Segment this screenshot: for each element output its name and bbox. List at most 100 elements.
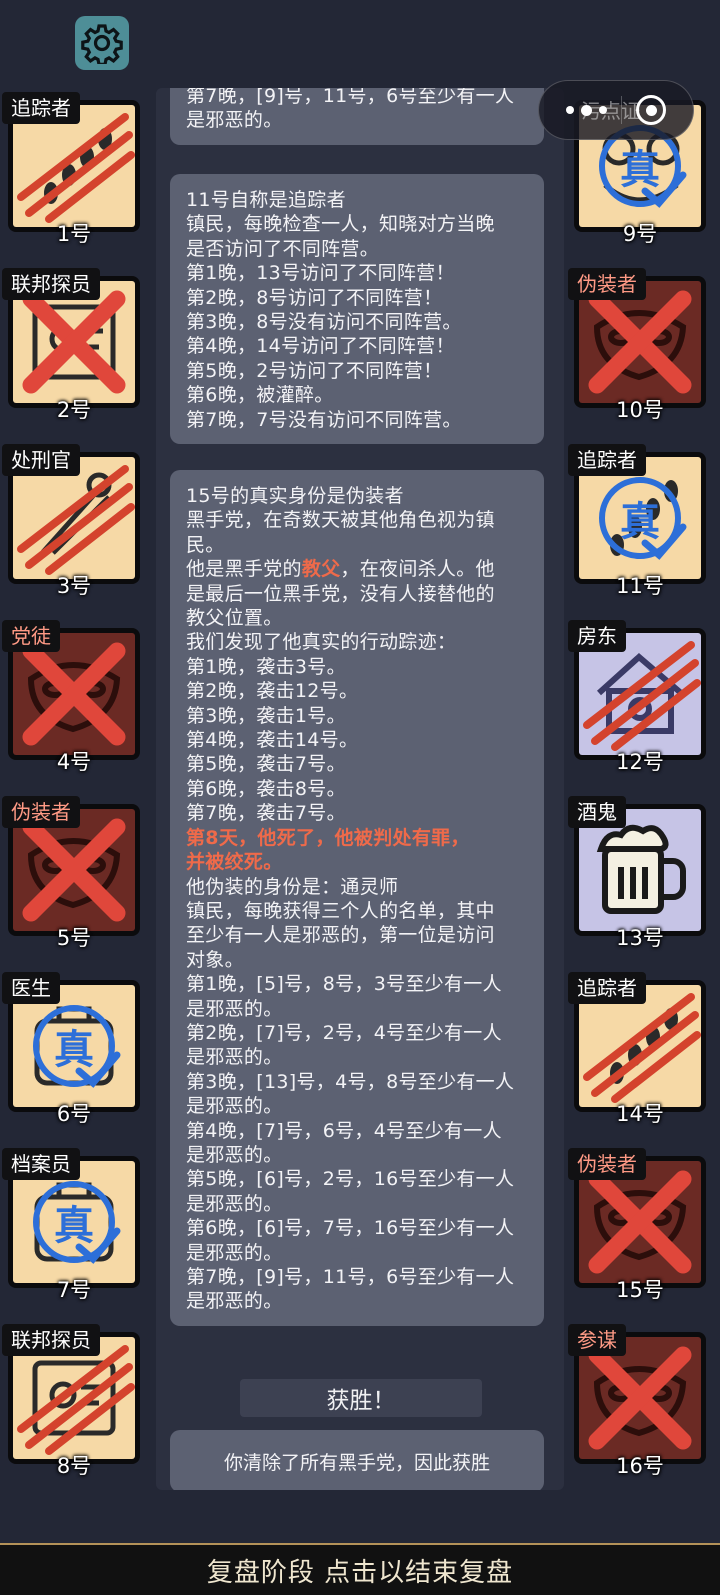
- log-line: 第8天，他死了，他被判处有罪，: [186, 826, 470, 849]
- role-label: 档案员: [2, 1148, 80, 1180]
- log-line: 第6晚，袭击8号。: [186, 777, 346, 800]
- log-line: 15号的真实身份是伪装者: [186, 485, 404, 507]
- player-number: 9号: [622, 222, 658, 246]
- log-line: 是否访问了不同阵营。: [186, 237, 380, 260]
- log-line: 第7晚，[9]号，11号，6号至少有一人: [186, 1266, 515, 1288]
- player-number: 15号: [616, 1278, 664, 1302]
- player-token[interactable]: 房东 12号: [568, 620, 706, 775]
- role-label: 医生: [2, 972, 60, 1004]
- log-line: 镇民，每晚检查一人，知晓对方当晚: [186, 213, 495, 236]
- log-line: 他伪装的身份是：通灵师: [186, 875, 399, 898]
- role-label: 伪装者: [568, 1148, 646, 1180]
- log-line: 第5晚，袭击7号。: [186, 753, 346, 776]
- log-line: 是邪恶的。: [186, 109, 283, 132]
- player-token[interactable]: 真医生 6号: [2, 972, 140, 1127]
- role-label: 伪装者: [568, 268, 646, 300]
- player-token[interactable]: 伪装者 10号: [568, 268, 706, 423]
- player-token[interactable]: 真追踪者 11号: [568, 444, 706, 599]
- log-line: 第5晚，2号访问了不同阵营！: [186, 359, 443, 382]
- log-line: 第2晚，[7]号，2号，4号至少有一人: [186, 1021, 502, 1044]
- log-line: 第7晚，[9]号，11号，6号至少有一人: [186, 88, 515, 107]
- log-line: 黑手党，在奇数天被其他角色视为镇: [186, 509, 495, 532]
- log-line: 教父位置。: [186, 607, 283, 630]
- player-token[interactable]: 联邦探员 8号: [2, 1324, 140, 1479]
- log-line: 是邪恶的。: [186, 1143, 283, 1166]
- log-line: 第3晚，袭击1号。: [186, 704, 346, 727]
- log-text: 他是黑手党的: [186, 558, 302, 581]
- role-label: 追踪者: [2, 92, 80, 124]
- log-entry-card: 11号自称是追踪者 镇民，每晚检查一人，知晓对方当晚 是否访问了不同阵营。 第1晚，1…: [170, 174, 544, 445]
- role-label: 联邦探员: [2, 268, 100, 300]
- log-highlight: 教父: [301, 558, 341, 581]
- log-line: 第4晚，14号访问了不同阵营！: [186, 335, 455, 358]
- player-number: 10号: [616, 398, 664, 422]
- log-line: 第6晚，[6]号，7号，16号至少有一人: [186, 1217, 515, 1240]
- role-label: 酒鬼: [568, 796, 626, 828]
- player-number: 12号: [616, 750, 664, 774]
- player-token[interactable]: 酒鬼 13号: [568, 796, 706, 951]
- role-label: 房东: [568, 620, 626, 652]
- log-line: 他是黑手党的教父，在夜间杀人。他: [186, 557, 530, 581]
- log-line: 第3晚，8号没有访问不同阵营。: [186, 311, 462, 334]
- log-line: 并被绞死。: [186, 851, 283, 874]
- result-message: 你清除了所有黑手党，因此获胜: [170, 1430, 544, 1490]
- log-line: 对象。: [186, 948, 244, 971]
- player-token[interactable]: 伪装者 5号: [2, 796, 140, 951]
- role-label: 参谋: [568, 1324, 626, 1356]
- miniprogram-capsule: 污点证: [538, 80, 694, 140]
- role-label: 追踪者: [568, 444, 646, 476]
- player-number: 4号: [56, 750, 92, 774]
- role-label: 联邦探员: [2, 1324, 100, 1356]
- log-line: 11号自称是追踪者: [186, 189, 346, 211]
- player-token[interactable]: 真档案员 7号: [2, 1148, 140, 1303]
- review-log-panel[interactable]: 15号的真实身份是伪装者 黑手党，在奇数天被其他角色视为镇 民。 他是黑手党的教父，在…: [156, 88, 564, 1490]
- player-number: 1号: [56, 222, 92, 246]
- log-line: 第1晚，袭击3号。: [186, 655, 346, 678]
- player-number: 11号: [616, 574, 664, 598]
- log-line: 至少有一人是邪恶的，第一位是访问: [186, 924, 495, 947]
- log-entry-card: 第7晚，[9]号，11号，6号至少有一人是邪恶的。: [170, 88, 544, 145]
- role-label: 处刑官: [2, 444, 80, 476]
- capsule-divider: [621, 96, 622, 124]
- log-line: 第6晚，被灌醉。: [186, 384, 334, 407]
- log-line: 第1晚，[5]号，8号，3号至少有一人: [186, 973, 502, 996]
- player-token[interactable]: 追踪者 14号: [568, 972, 706, 1127]
- log-line: 是邪恶的。: [186, 1241, 283, 1264]
- player-number: 7号: [56, 1278, 92, 1302]
- player-number: 2号: [56, 398, 92, 422]
- log-line: 民。: [186, 533, 225, 556]
- player-number: 13号: [616, 926, 664, 950]
- player-number: 16号: [616, 1454, 664, 1478]
- log-line: 镇民，每晚获得三个人的名单，其中: [186, 899, 495, 922]
- player-token[interactable]: 处刑官 3号: [2, 444, 140, 599]
- player-token[interactable]: 伪装者 15号: [568, 1148, 706, 1303]
- log-line: 是邪恶的。: [186, 997, 283, 1020]
- player-number: 3号: [56, 574, 92, 598]
- log-line: 第5晚，[6]号，2号，16号至少有一人: [186, 1168, 515, 1191]
- log-line: 是邪恶的。: [186, 1192, 283, 1215]
- player-token[interactable]: 参谋 16号: [568, 1324, 706, 1479]
- player-token[interactable]: 联邦探员 2号: [2, 268, 140, 423]
- log-line: 第7晚，7号没有访问不同阵营。: [186, 408, 462, 431]
- settings-button[interactable]: [75, 16, 129, 70]
- log-line: 第7晚，袭击7号。: [186, 802, 346, 825]
- player-token[interactable]: 党徒 4号: [2, 620, 140, 775]
- more-menu-icon[interactable]: [566, 104, 607, 116]
- result-title: 获胜！: [240, 1379, 482, 1417]
- log-line: 是邪恶的。: [186, 1290, 283, 1313]
- log-line: 是邪恶的。: [186, 1095, 283, 1118]
- role-label: 追踪者: [568, 972, 646, 1004]
- role-label: 党徒: [2, 620, 60, 652]
- log-entry-card: 15号的真实身份是伪装者 黑手党，在奇数天被其他角色视为镇 民。 他是黑手党的教父，在…: [170, 470, 544, 1326]
- log-text: ，在夜间杀人。他: [340, 558, 495, 581]
- log-line: 第3晚，[13]号，4号，8号至少有一人: [186, 1070, 515, 1093]
- log-line: 第2晚，袭击12号。: [186, 680, 359, 703]
- log-line: 是最后一位黑手党，没有人接替他的: [186, 582, 495, 605]
- player-token[interactable]: 追踪者 1号: [2, 92, 140, 247]
- player-number: 8号: [56, 1454, 92, 1478]
- gear-icon: [81, 24, 123, 64]
- end-review-button[interactable]: 复盘阶段 点击以结束复盘: [0, 1543, 720, 1595]
- log-line: 第4晚，袭击14号。: [186, 729, 359, 752]
- close-miniprogram-icon[interactable]: [636, 95, 666, 125]
- log-line: 我们发现了他真实的行动踪迹：: [186, 631, 457, 654]
